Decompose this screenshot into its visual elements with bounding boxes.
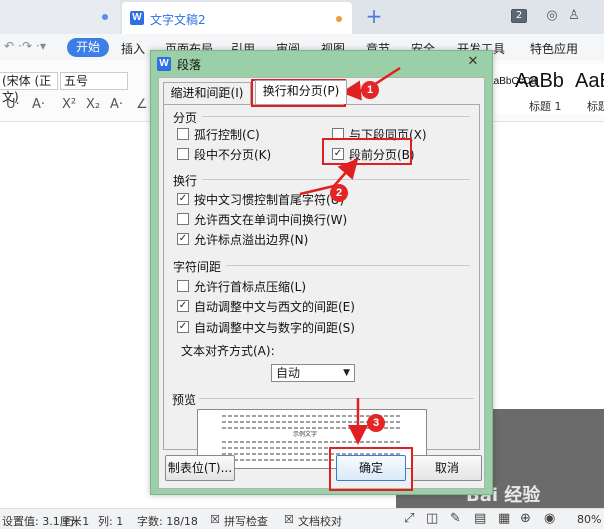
section-pagination-label: 分页 — [173, 111, 198, 125]
style-caption-heading1: 标题 1 — [529, 100, 562, 113]
spell-check-icon[interactable]: ☒ — [210, 513, 220, 526]
word-wrap-label: 允许西文在单词中间换行(W) — [194, 213, 348, 227]
close-icon[interactable]: ✕ — [462, 54, 484, 70]
compress-punctuation-checkbox[interactable] — [177, 280, 189, 292]
pen-icon[interactable]: ✎ — [450, 511, 461, 526]
status-doc-check[interactable]: 文档校对 — [298, 513, 342, 529]
auto-space-numbers-label: 自动调整中文与数字的间距(S) — [194, 321, 355, 335]
wps-writer-icon: W — [130, 11, 144, 25]
compress-punctuation-label: 允许行首标点压缩(L) — [194, 280, 307, 294]
hanging-punctuation-label: 允许标点溢出边界(N) — [194, 233, 309, 247]
outline-view-icon[interactable]: ▦ — [498, 511, 510, 526]
tab-status-dot — [102, 14, 108, 20]
status-word-count[interactable]: 字数: 18/18 — [137, 513, 198, 529]
tab-previous-document[interactable] — [0, 0, 120, 34]
subscript-icon[interactable]: X₂ — [86, 97, 100, 112]
style-caption-title: 标题 — [587, 100, 604, 113]
unsaved-dot — [336, 16, 342, 22]
section-line-break-label: 换行 — [173, 174, 198, 188]
page-view-icon[interactable]: ▤ — [474, 511, 486, 526]
preview-line — [222, 459, 342, 461]
dropdown-icon[interactable]: ▾ — [40, 39, 46, 53]
new-tab-button[interactable]: + — [362, 5, 386, 29]
annotation-badge-3: 3 — [367, 414, 385, 432]
highlight-box-ok — [329, 447, 413, 491]
status-bar: 设置值: 3.1厘米 行: 1 列: 1 字数: 18/18 ☒ 拼写检查 ☒ … — [0, 485, 604, 529]
status-zoom[interactable]: 80% — [577, 513, 601, 526]
chevron-down-icon: ▼ — [343, 368, 350, 378]
word-wrap-checkbox[interactable] — [177, 213, 189, 225]
tab-document[interactable]: W 文字文稿2 — [122, 2, 352, 34]
wps-writer-icon: W — [157, 57, 171, 71]
menu-insert[interactable]: 插入 — [121, 40, 145, 57]
styles-gallery[interactable]: AaBbCcDd AaBb 标题 1 AaBl 标题 — [487, 64, 604, 114]
text-effect-icon[interactable]: A· — [110, 97, 123, 112]
tab-indent-spacing[interactable]: 缩进和间距(I) — [163, 82, 251, 104]
menu-features[interactable]: 特色应用 — [530, 40, 578, 57]
undo-icon[interactable]: ↶ · — [4, 39, 22, 53]
status-row: 行: 1 — [64, 515, 90, 528]
menu-start-button[interactable]: 开始 — [67, 38, 109, 57]
font-size-select[interactable]: 五号 — [60, 72, 128, 90]
chinese-line-break-checkbox[interactable]: ✓ — [177, 193, 189, 205]
tab-title: 文字文稿2 — [150, 13, 206, 27]
font-color-icon[interactable]: A· — [32, 97, 45, 112]
doc-check-icon[interactable]: ☒ — [284, 513, 294, 526]
window-count-badge[interactable]: 2 — [511, 9, 527, 23]
skin-icon[interactable]: ◎ — [544, 8, 560, 24]
section-divider — [199, 398, 474, 399]
dialog-title: 段落 — [177, 58, 202, 72]
text-alignment-label: 文本对齐方式(A): — [181, 344, 275, 358]
widow-control-checkbox[interactable] — [177, 128, 189, 140]
style-sample-heading1[interactable]: AaBb — [515, 70, 564, 93]
text-alignment-select[interactable]: 自动 ▼ — [271, 364, 355, 382]
section-divider — [202, 179, 470, 180]
status-spell-check[interactable]: 拼写检查 — [224, 513, 268, 529]
hanging-punctuation-checkbox[interactable]: ✓ — [177, 233, 189, 245]
auto-space-numbers-checkbox[interactable]: ✓ — [177, 321, 189, 333]
preview-line — [222, 441, 402, 443]
paragraph-dialog: W 段落 ✕ 缩进和间距(I) 换行和分页(P) 分页 孤行控制(C) 与下段同… — [150, 50, 493, 495]
cancel-button[interactable]: 取消 — [412, 455, 482, 481]
keep-lines-together-label: 段中不分页(K) — [194, 148, 272, 162]
auto-space-western-label: 自动调整中文与西文的间距(E) — [194, 300, 355, 314]
underline-icon[interactable]: U· — [6, 97, 20, 112]
tab-stops-button[interactable]: 制表位(T)... — [165, 455, 235, 481]
preview-sample-text: 示例文字 — [293, 431, 318, 438]
web-view-icon[interactable]: ⊕ — [520, 511, 531, 526]
redo-icon[interactable]: ↷ · — [22, 39, 40, 53]
fullscreen-icon[interactable]: ⤢ — [404, 511, 414, 526]
eye-protect-icon[interactable]: ◉ — [544, 511, 555, 526]
keep-lines-together-checkbox[interactable] — [177, 148, 189, 160]
style-sample-title[interactable]: AaBl — [575, 70, 604, 93]
highlight-box-page-break — [322, 138, 412, 165]
highlight-icon[interactable]: ∠ — [136, 97, 148, 112]
tab-line-page-break[interactable]: 换行和分页(P) — [255, 80, 347, 104]
read-mode-icon[interactable]: ◫ — [426, 511, 438, 526]
section-divider — [226, 265, 470, 266]
section-divider — [202, 116, 470, 117]
auto-space-western-checkbox[interactable]: ✓ — [177, 300, 189, 312]
section-char-spacing-label: 字符间距 — [173, 260, 222, 274]
font-name-select[interactable]: (宋体 (正文) — [0, 72, 58, 104]
widow-control-label: 孤行控制(C) — [194, 128, 260, 142]
superscript-icon[interactable]: X² — [62, 97, 76, 112]
text-alignment-value: 自动 — [276, 366, 301, 380]
annotation-badge-1: 1 — [361, 81, 379, 99]
shirt-icon[interactable]: ♙ — [566, 8, 582, 24]
section-preview-label: 预览 — [172, 393, 197, 407]
window-tabbar: W 文字文稿2 + 2 ◎ ♙ — [0, 0, 604, 34]
annotation-badge-2: 2 — [330, 184, 348, 202]
status-col: 列: 1 — [98, 515, 124, 528]
chinese-line-break-label: 按中文习惯控制首尾字符(U) — [194, 193, 345, 207]
